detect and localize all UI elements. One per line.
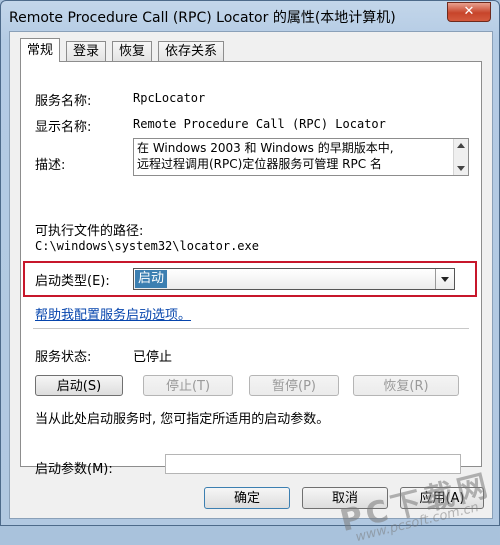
description-line-2: 远程过程调用(RPC)定位器服务可管理 RPC 名 [137, 157, 382, 171]
display-name-value: Remote Procedure Call (RPC) Locator [133, 117, 386, 131]
pause-button[interactable]: 暂停(P) [249, 375, 339, 396]
startup-type-label: 启动类型(E): [35, 274, 110, 289]
tab-recovery[interactable]: 恢复 [112, 41, 153, 61]
startup-type-value: 启动 [135, 270, 168, 288]
section-divider [33, 328, 469, 330]
title-bar[interactable]: Remote Procedure Call (RPC) Locator 的属性(… [1, 1, 499, 31]
start-parameters-hint: 当从此处启动服务时, 您可指定所适用的启动参数。 [35, 412, 330, 427]
chevron-down-icon[interactable] [435, 269, 454, 289]
start-parameters-label: 启动参数(M): [35, 462, 113, 477]
service-status-value: 已停止 [133, 350, 173, 365]
start-parameters-input[interactable] [165, 454, 461, 474]
description-line-1: 在 Windows 2003 和 Windows 的早期版本中, [137, 141, 394, 155]
tab-logon[interactable]: 登录 [66, 41, 107, 61]
properties-dialog: Remote Procedure Call (RPC) Locator 的属性(… [0, 0, 500, 526]
exe-path-value: C:\windows\system32\locator.exe [35, 239, 259, 253]
resume-button[interactable]: 恢复(R) [353, 375, 459, 396]
service-name-value: RpcLocator [133, 91, 206, 105]
tab-dependencies[interactable]: 依存关系 [158, 41, 225, 61]
general-tab-panel: 服务名称: RpcLocator 显示名称: Remote Procedure … [20, 61, 482, 477]
service-status-label: 服务状态: [35, 350, 92, 365]
service-name-label: 服务名称: [35, 94, 92, 109]
dialog-body: 常规 登录 恢复 依存关系 服务名称: RpcLocator 显示名称: Rem… [9, 31, 493, 519]
stop-button[interactable]: 停止(T) [143, 375, 233, 396]
scroll-down-icon[interactable] [457, 166, 465, 171]
start-button[interactable]: 启动(S) [35, 375, 123, 396]
description-label: 描述: [35, 158, 66, 173]
scroll-up-icon[interactable] [457, 143, 465, 148]
cancel-button[interactable]: 取消 [302, 487, 388, 509]
apply-button[interactable]: 应用(A) [400, 487, 484, 509]
tab-general[interactable]: 常规 [20, 38, 61, 62]
close-button[interactable]: ✕ [447, 2, 491, 22]
startup-type-select[interactable]: 启动 [133, 268, 455, 290]
help-configure-link[interactable]: 帮助我配置服务启动选项。 [35, 304, 191, 323]
description-scrollbar[interactable] [453, 139, 468, 175]
exe-path-label: 可执行文件的路径: [35, 224, 144, 239]
ok-button[interactable]: 确定 [204, 487, 290, 509]
description-textarea[interactable]: 在 Windows 2003 和 Windows 的早期版本中, 远程过程调用(… [133, 138, 469, 176]
display-name-label: 显示名称: [35, 120, 92, 135]
window-title: Remote Procedure Call (RPC) Locator 的属性(… [9, 10, 396, 26]
close-icon: ✕ [463, 4, 475, 19]
